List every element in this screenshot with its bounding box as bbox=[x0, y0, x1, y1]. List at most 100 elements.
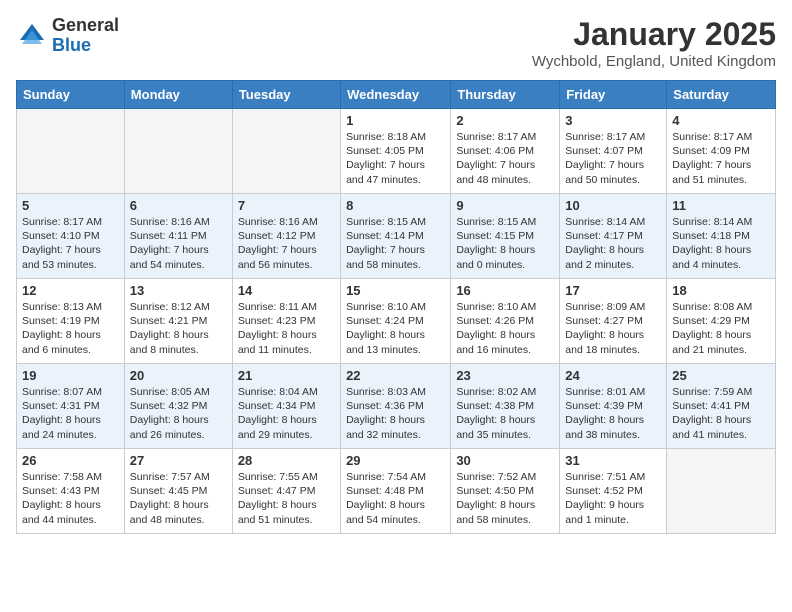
week-row-5: 26 Sunrise: 7:58 AM Sunset: 4:43 PM Dayli… bbox=[17, 449, 776, 534]
day-number: 10 bbox=[565, 198, 661, 213]
day-cell: 31Sunrise: 7:51 AM Sunset: 4:52 PM Dayli… bbox=[560, 449, 667, 534]
day-cell: 14Sunrise: 8:11 AM Sunset: 4:23 PM Dayli… bbox=[232, 279, 340, 364]
day-number: 24 bbox=[565, 368, 661, 383]
logo: General Blue bbox=[16, 16, 119, 56]
header-saturday: Saturday bbox=[667, 81, 776, 109]
day-number: 3 bbox=[565, 113, 661, 128]
day-number: 4 bbox=[672, 113, 770, 128]
week-row-1: 1 Sunrise: 8:18 AM Sunset: 4:05 PM Daylig… bbox=[17, 109, 776, 194]
day-cell bbox=[667, 449, 776, 534]
day-cell: 1 Sunrise: 8:18 AM Sunset: 4:05 PM Daylig… bbox=[341, 109, 451, 194]
day-number: 5 bbox=[22, 198, 119, 213]
day-info: Sunrise: 7:58 AM Sunset: 4:43 PM Dayligh… bbox=[22, 470, 119, 527]
day-info: Sunrise: 8:10 AM Sunset: 4:24 PM Dayligh… bbox=[346, 300, 445, 357]
day-number: 2 bbox=[456, 113, 554, 128]
day-number: 20 bbox=[130, 368, 227, 383]
day-number: 8 bbox=[346, 198, 445, 213]
day-number: 19 bbox=[22, 368, 119, 383]
day-number: 21 bbox=[238, 368, 335, 383]
day-number: 26 bbox=[22, 453, 119, 468]
day-info: Sunrise: 8:04 AM Sunset: 4:34 PM Dayligh… bbox=[238, 385, 335, 442]
day-info: Sunrise: 8:11 AM Sunset: 4:23 PM Dayligh… bbox=[238, 300, 335, 357]
day-cell: 17 Sunrise: 8:09 AM Sunset: 4:27 PM Dayli… bbox=[560, 279, 667, 364]
day-cell: 21 Sunrise: 8:04 AM Sunset: 4:34 PM Dayli… bbox=[232, 364, 340, 449]
day-number: 23 bbox=[456, 368, 554, 383]
day-info: Sunrise: 8:17 AM Sunset: 4:07 PM Dayligh… bbox=[565, 130, 661, 187]
day-number: 29 bbox=[346, 453, 445, 468]
day-cell: 13 Sunrise: 8:12 AM Sunset: 4:21 PM Dayli… bbox=[124, 279, 232, 364]
title-section: January 2025 Wychbold, England, United K… bbox=[532, 16, 776, 70]
day-cell bbox=[124, 109, 232, 194]
day-info: Sunrise: 8:08 AM Sunset: 4:29 PM Dayligh… bbox=[672, 300, 770, 357]
day-info: Sunrise: 8:14 AM Sunset: 4:18 PM Dayligh… bbox=[672, 215, 770, 272]
week-row-3: 12Sunrise: 8:13 AM Sunset: 4:19 PM Dayli… bbox=[17, 279, 776, 364]
day-cell: 4 Sunrise: 8:17 AM Sunset: 4:09 PM Daylig… bbox=[667, 109, 776, 194]
month-title: January 2025 bbox=[532, 16, 776, 53]
day-cell: 25 Sunrise: 7:59 AM Sunset: 4:41 PM Dayli… bbox=[667, 364, 776, 449]
day-info: Sunrise: 8:15 AM Sunset: 4:15 PM Dayligh… bbox=[456, 215, 554, 272]
header-friday: Friday bbox=[560, 81, 667, 109]
day-cell: 26 Sunrise: 7:58 AM Sunset: 4:43 PM Dayli… bbox=[17, 449, 125, 534]
logo-text: General Blue bbox=[52, 16, 119, 56]
logo-general: General bbox=[52, 16, 119, 36]
day-number: 7 bbox=[238, 198, 335, 213]
day-cell: 8 Sunrise: 8:15 AM Sunset: 4:14 PM Daylig… bbox=[341, 194, 451, 279]
day-number: 6 bbox=[130, 198, 227, 213]
day-number: 27 bbox=[130, 453, 227, 468]
day-cell: 29 Sunrise: 7:54 AM Sunset: 4:48 PM Dayli… bbox=[341, 449, 451, 534]
header-wednesday: Wednesday bbox=[341, 81, 451, 109]
day-cell: 20Sunrise: 8:05 AM Sunset: 4:32 PM Dayli… bbox=[124, 364, 232, 449]
day-number: 13 bbox=[130, 283, 227, 298]
day-info: Sunrise: 7:57 AM Sunset: 4:45 PM Dayligh… bbox=[130, 470, 227, 527]
day-number: 16 bbox=[456, 283, 554, 298]
day-cell bbox=[232, 109, 340, 194]
day-cell: 18 Sunrise: 8:08 AM Sunset: 4:29 PM Dayli… bbox=[667, 279, 776, 364]
day-info: Sunrise: 8:09 AM Sunset: 4:27 PM Dayligh… bbox=[565, 300, 661, 357]
day-cell: 19 Sunrise: 8:07 AM Sunset: 4:31 PM Dayli… bbox=[17, 364, 125, 449]
header-thursday: Thursday bbox=[451, 81, 560, 109]
day-info: Sunrise: 8:15 AM Sunset: 4:14 PM Dayligh… bbox=[346, 215, 445, 272]
day-info: Sunrise: 7:51 AM Sunset: 4:52 PM Dayligh… bbox=[565, 470, 661, 527]
day-cell: 22Sunrise: 8:03 AM Sunset: 4:36 PM Dayli… bbox=[341, 364, 451, 449]
day-info: Sunrise: 8:12 AM Sunset: 4:21 PM Dayligh… bbox=[130, 300, 227, 357]
day-number: 30 bbox=[456, 453, 554, 468]
day-cell: 3 Sunrise: 8:17 AM Sunset: 4:07 PM Daylig… bbox=[560, 109, 667, 194]
day-number: 28 bbox=[238, 453, 335, 468]
day-cell: 5Sunrise: 8:17 AM Sunset: 4:10 PM Daylig… bbox=[17, 194, 125, 279]
day-cell: 9Sunrise: 8:15 AM Sunset: 4:15 PM Daylig… bbox=[451, 194, 560, 279]
day-info: Sunrise: 8:18 AM Sunset: 4:05 PM Dayligh… bbox=[346, 130, 445, 187]
location: Wychbold, England, United Kingdom bbox=[532, 53, 776, 70]
day-cell: 27 Sunrise: 7:57 AM Sunset: 4:45 PM Dayli… bbox=[124, 449, 232, 534]
day-cell: 24 Sunrise: 8:01 AM Sunset: 4:39 PM Dayli… bbox=[560, 364, 667, 449]
day-cell: 28 Sunrise: 7:55 AM Sunset: 4:47 PM Dayli… bbox=[232, 449, 340, 534]
day-cell: 11 Sunrise: 8:14 AM Sunset: 4:18 PM Dayli… bbox=[667, 194, 776, 279]
day-cell: 15 Sunrise: 8:10 AM Sunset: 4:24 PM Dayli… bbox=[341, 279, 451, 364]
day-number: 1 bbox=[346, 113, 445, 128]
page-header: General Blue January 2025 Wychbold, Engl… bbox=[16, 16, 776, 70]
day-info: Sunrise: 7:59 AM Sunset: 4:41 PM Dayligh… bbox=[672, 385, 770, 442]
day-info: Sunrise: 7:55 AM Sunset: 4:47 PM Dayligh… bbox=[238, 470, 335, 527]
day-info: Sunrise: 8:02 AM Sunset: 4:38 PM Dayligh… bbox=[456, 385, 554, 442]
day-number: 11 bbox=[672, 198, 770, 213]
day-number: 17 bbox=[565, 283, 661, 298]
calendar-header-row: SundayMondayTuesdayWednesdayThursdayFrid… bbox=[17, 81, 776, 109]
day-number: 15 bbox=[346, 283, 445, 298]
logo-blue: Blue bbox=[52, 36, 119, 56]
header-sunday: Sunday bbox=[17, 81, 125, 109]
day-cell: 10Sunrise: 8:14 AM Sunset: 4:17 PM Dayli… bbox=[560, 194, 667, 279]
week-row-4: 19 Sunrise: 8:07 AM Sunset: 4:31 PM Dayli… bbox=[17, 364, 776, 449]
day-info: Sunrise: 8:16 AM Sunset: 4:11 PM Dayligh… bbox=[130, 215, 227, 272]
day-info: Sunrise: 8:03 AM Sunset: 4:36 PM Dayligh… bbox=[346, 385, 445, 442]
day-info: Sunrise: 8:16 AM Sunset: 4:12 PM Dayligh… bbox=[238, 215, 335, 272]
day-info: Sunrise: 8:17 AM Sunset: 4:06 PM Dayligh… bbox=[456, 130, 554, 187]
day-cell: 30Sunrise: 7:52 AM Sunset: 4:50 PM Dayli… bbox=[451, 449, 560, 534]
day-info: Sunrise: 8:13 AM Sunset: 4:19 PM Dayligh… bbox=[22, 300, 119, 357]
day-info: Sunrise: 7:54 AM Sunset: 4:48 PM Dayligh… bbox=[346, 470, 445, 527]
day-info: Sunrise: 8:01 AM Sunset: 4:39 PM Dayligh… bbox=[565, 385, 661, 442]
day-number: 25 bbox=[672, 368, 770, 383]
day-info: Sunrise: 8:07 AM Sunset: 4:31 PM Dayligh… bbox=[22, 385, 119, 442]
day-info: Sunrise: 8:17 AM Sunset: 4:09 PM Dayligh… bbox=[672, 130, 770, 187]
day-number: 18 bbox=[672, 283, 770, 298]
day-cell: 2 Sunrise: 8:17 AM Sunset: 4:06 PM Daylig… bbox=[451, 109, 560, 194]
day-cell: 12Sunrise: 8:13 AM Sunset: 4:19 PM Dayli… bbox=[17, 279, 125, 364]
